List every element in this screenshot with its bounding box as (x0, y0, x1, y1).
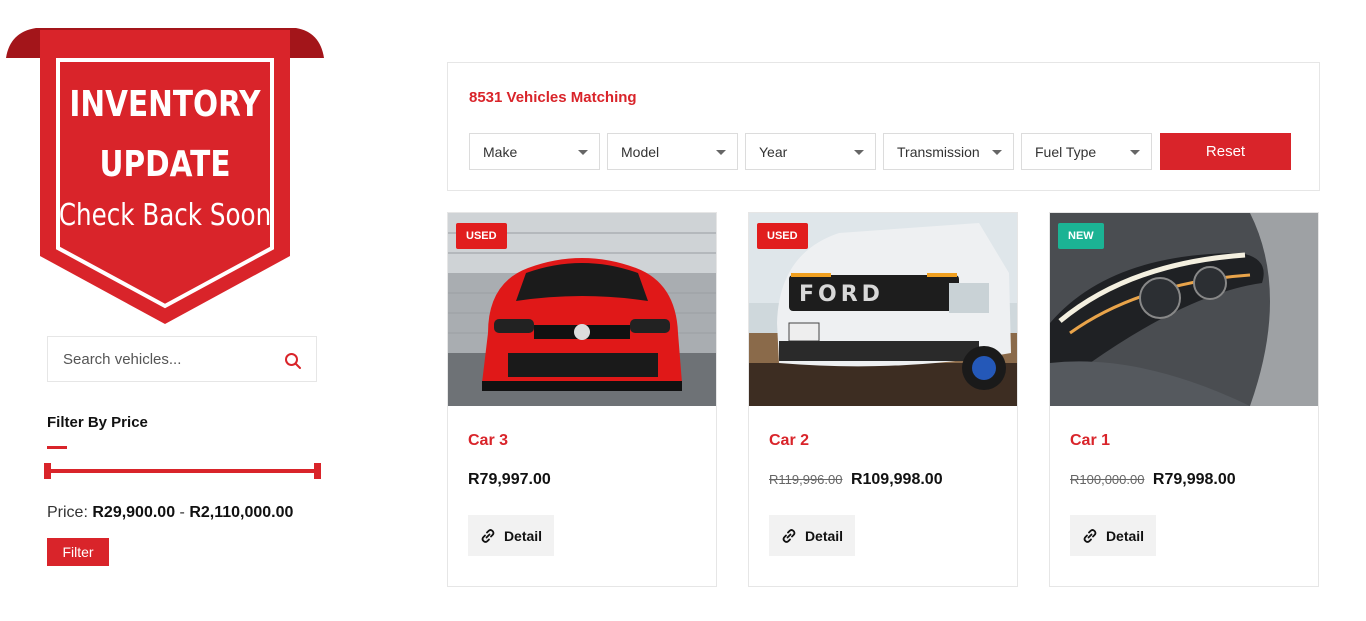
heading-underline (47, 446, 67, 449)
fuel-type-select[interactable]: Fuel Type (1021, 133, 1152, 170)
detail-label: Detail (503, 527, 543, 544)
vehicle-search (47, 336, 317, 382)
price-range-text: Price: R29,900.00 - R2,110,000.00 (47, 504, 293, 522)
chevron-down-icon (854, 150, 864, 155)
chevron-down-icon (716, 150, 726, 155)
detail-button[interactable]: Detail (769, 515, 855, 556)
vehicle-price-row: R79,997.00 (468, 471, 551, 489)
model-select[interactable]: Model (607, 133, 738, 170)
make-select[interactable]: Make (469, 133, 600, 170)
condition-badge: USED (757, 223, 808, 249)
range-handle-max[interactable] (314, 463, 321, 479)
banner-subtitle: Check Back Soon (58, 198, 272, 233)
original-price: R100,000.00 (1070, 472, 1145, 487)
search-input[interactable] (48, 337, 278, 381)
link-icon (481, 528, 495, 543)
banner-title-line1: INVENTORY (69, 84, 261, 125)
svg-text:FORD: FORD (799, 282, 884, 307)
vehicle-price-row: R119,996.00 R109,998.00 (769, 471, 943, 489)
current-price: R79,997.00 (468, 471, 551, 488)
vehicle-price-row: R100,000.00 R79,998.00 (1070, 471, 1236, 489)
vehicle-card: FORD USED Car 2 R119,996.00 R109,998.00 … (748, 212, 1018, 587)
transmission-select-label: Transmission (897, 143, 980, 160)
chevron-down-icon (992, 150, 1002, 155)
link-icon (782, 528, 796, 543)
vehicle-title[interactable]: Car 1 (1070, 432, 1110, 450)
condition-badge: USED (456, 223, 507, 249)
filter-by-price-heading: Filter By Price (47, 414, 148, 431)
detail-button[interactable]: Detail (1070, 515, 1156, 556)
banner-title-line2: UPDATE (99, 144, 231, 185)
search-icon[interactable] (284, 352, 302, 370)
make-select-label: Make (483, 143, 518, 160)
vehicle-card: NEW Car 1 R100,000.00 R79,998.00 Detail (1049, 212, 1319, 587)
inventory-update-banner: INVENTORY UPDATE Check Back Soon (6, 28, 324, 328)
price-max: R2,110,000.00 (189, 504, 294, 521)
price-separator: - (179, 504, 185, 521)
year-select-label: Year (759, 143, 788, 160)
price-label: Price: (47, 504, 88, 521)
detail-label: Detail (804, 527, 844, 544)
model-select-label: Model (621, 143, 660, 160)
current-price: R109,998.00 (850, 471, 943, 488)
current-price: R79,998.00 (1152, 471, 1236, 488)
transmission-select[interactable]: Transmission (883, 133, 1014, 170)
detail-button[interactable]: Detail (468, 515, 554, 556)
filter-button[interactable]: Filter (47, 538, 109, 566)
vehicle-filter-panel: 8531 Vehicles Matching Make Model Year T… (447, 62, 1320, 191)
price-range-slider[interactable] (44, 462, 321, 480)
detail-label: Detail (1105, 527, 1145, 544)
vehicles-matching-count: 8531 Vehicles Matching (469, 89, 637, 106)
condition-badge: NEW (1058, 223, 1104, 249)
vehicle-title[interactable]: Car 2 (769, 432, 809, 450)
reset-button[interactable]: Reset (1160, 133, 1291, 170)
range-track (46, 469, 319, 473)
original-price: R119,996.00 (769, 472, 843, 487)
chevron-down-icon (1130, 150, 1140, 155)
vehicle-title[interactable]: Car 3 (468, 432, 508, 450)
price-min: R29,900.00 (92, 504, 176, 521)
year-select[interactable]: Year (745, 133, 876, 170)
fuel-type-select-label: Fuel Type (1035, 143, 1097, 160)
link-icon (1083, 528, 1097, 543)
vehicle-card: USED Car 3 R79,997.00 Detail (447, 212, 717, 587)
chevron-down-icon (578, 150, 588, 155)
range-handle-min[interactable] (44, 463, 51, 479)
